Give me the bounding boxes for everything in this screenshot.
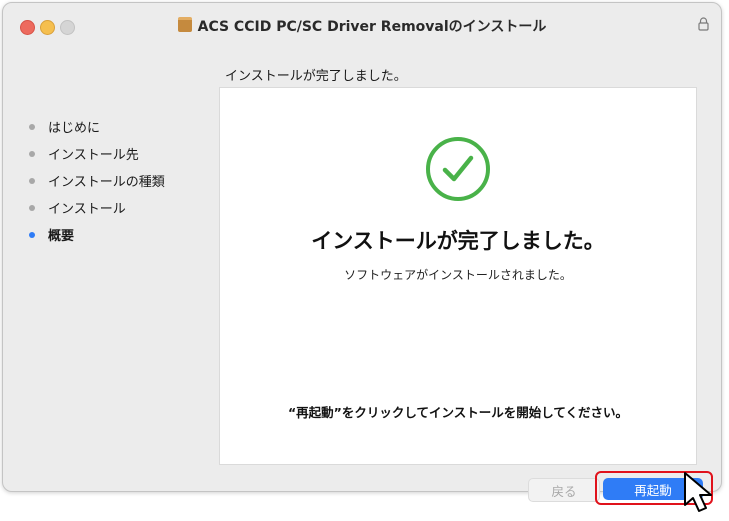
sidebar-step-label: 概要 xyxy=(48,229,75,244)
window-title-text: ACS CCID PC/SC Driver Removalのインストール xyxy=(197,19,547,35)
step-dot-icon xyxy=(29,123,35,130)
mouse-cursor-icon xyxy=(684,472,712,512)
sidebar-step-label: インストール xyxy=(48,202,126,217)
checkmark-circle-icon xyxy=(426,137,490,201)
step-dot-active-icon xyxy=(29,231,35,238)
sidebar-step-installation-type: インストールの種類 xyxy=(29,167,165,194)
sidebar-step-label: はじめに xyxy=(48,121,101,136)
window-title: ACS CCID PC/SC Driver Removalのインストール xyxy=(3,16,721,36)
sidebar-step-destination: インストール先 xyxy=(29,140,165,167)
step-dot-icon xyxy=(29,177,35,184)
sidebar-step-summary: 概要 xyxy=(29,221,165,248)
lock-icon xyxy=(698,17,709,31)
sidebar-step-label: インストールの種類 xyxy=(48,175,165,190)
step-dot-icon xyxy=(29,150,35,157)
back-button[interactable]: 戻る xyxy=(528,478,600,502)
step-dot-icon xyxy=(29,204,35,211)
installer-window: ACS CCID PC/SC Driver Removalのインストール インス… xyxy=(2,2,722,492)
sidebar-step-label: インストール先 xyxy=(48,148,139,163)
restart-instruction: “再起動”をクリックしてインストールを開始してください。 xyxy=(287,405,629,420)
sidebar-step-install: インストール xyxy=(29,194,165,221)
content-panel: インストールが完了しました。 ソフトウェアがインストールされました。 “再起動”… xyxy=(219,87,697,465)
completion-title: インストールが完了しました。 xyxy=(311,229,605,253)
step-sidebar: はじめに インストール先 インストールの種類 インストール 概要 xyxy=(29,113,165,248)
sidebar-step-introduction: はじめに xyxy=(29,113,165,140)
titlebar: ACS CCID PC/SC Driver Removalのインストール xyxy=(3,3,721,47)
package-icon xyxy=(177,17,192,32)
step-subtitle: インストールが完了しました。 xyxy=(225,69,407,84)
completion-message: ソフトウェアがインストールされました。 xyxy=(344,268,572,282)
